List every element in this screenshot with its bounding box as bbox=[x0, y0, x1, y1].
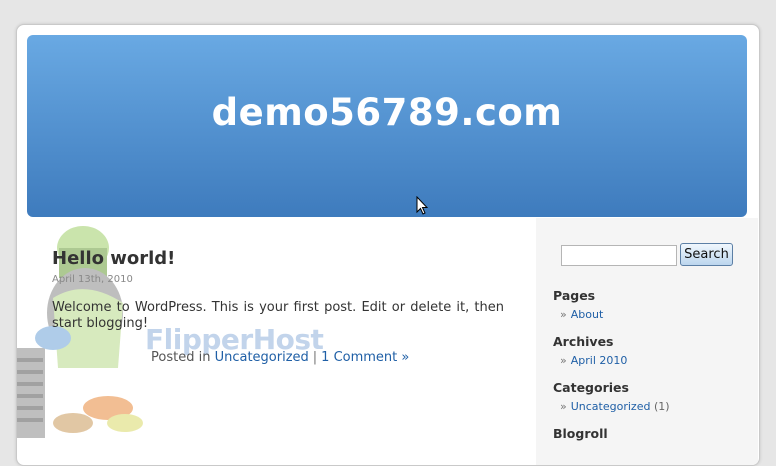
page-container: demo56789.com FlipperHost Hello world! A… bbox=[16, 24, 760, 466]
post-date: April 13th, 2010 bbox=[52, 274, 133, 285]
mouse-pointer-icon bbox=[416, 196, 428, 215]
sidebar-item-label[interactable]: Uncategorized bbox=[571, 400, 651, 413]
sidebar-item-uncategorized[interactable]: » Uncategorized (1) bbox=[560, 400, 670, 413]
post-meta: Posted in Uncategorized | 1 Comment » bbox=[151, 350, 409, 365]
posted-in-label: Posted in bbox=[151, 350, 211, 365]
archives-widget-title: Archives bbox=[553, 334, 614, 349]
post-title[interactable]: Hello world! bbox=[52, 248, 175, 269]
sidebar-item-april-2010[interactable]: » April 2010 bbox=[560, 354, 627, 367]
pages-widget-title: Pages bbox=[553, 288, 596, 303]
sidebar-item-label[interactable]: About bbox=[571, 308, 604, 321]
list-arrow-icon: » bbox=[560, 354, 567, 367]
search-button[interactable]: Search bbox=[680, 243, 733, 266]
list-arrow-icon: » bbox=[560, 308, 567, 321]
blogroll-widget-title: Blogroll bbox=[553, 426, 608, 441]
post-body: Welcome to WordPress. This is your first… bbox=[52, 300, 504, 331]
list-arrow-icon: » bbox=[560, 400, 567, 413]
meta-separator: | bbox=[312, 350, 318, 365]
category-count: (1) bbox=[653, 400, 670, 413]
categories-widget-title: Categories bbox=[553, 380, 629, 395]
sidebar-item-label[interactable]: April 2010 bbox=[571, 354, 628, 367]
site-title-link[interactable]: demo56789.com bbox=[27, 91, 747, 134]
category-link[interactable]: Uncategorized bbox=[215, 350, 309, 365]
sidebar: Search Pages » About Archives » April 2010… bbox=[536, 218, 758, 465]
sidebar-item-about[interactable]: » About bbox=[560, 308, 603, 321]
site-header: demo56789.com bbox=[27, 35, 747, 217]
search-input[interactable] bbox=[561, 245, 677, 266]
comments-link[interactable]: 1 Comment » bbox=[321, 350, 409, 365]
